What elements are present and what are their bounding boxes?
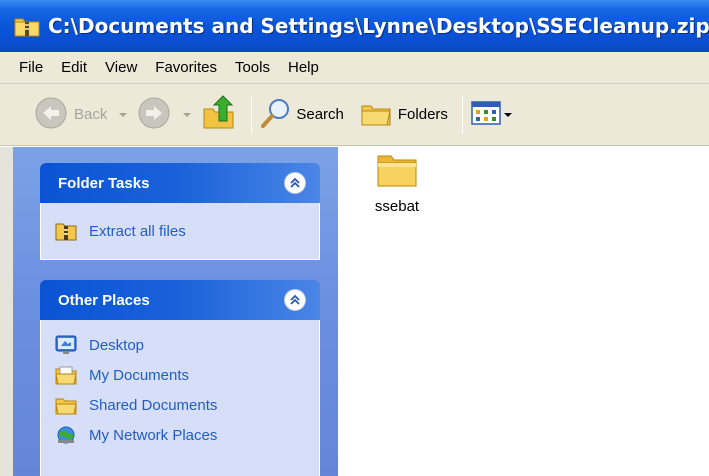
back-button[interactable]: Back (34, 96, 107, 134)
menu-edit[interactable]: Edit (52, 56, 96, 79)
task-label: Extract all files (89, 222, 186, 240)
place-label: My Documents (89, 366, 190, 384)
menu-bar: File Edit View Favorites Tools Help (0, 52, 709, 84)
other-places-body: Desktop My Documents Shared Documents My… (40, 320, 320, 476)
views-dropdown-icon (503, 112, 512, 117)
place-label: Desktop (89, 336, 145, 354)
menu-help[interactable]: Help (279, 56, 328, 79)
menu-favorites[interactable]: Favorites (146, 56, 226, 79)
place-my-documents[interactable]: My Documents (55, 360, 319, 390)
folders-icon (360, 98, 392, 132)
collapse-chevron-icon[interactable] (284, 289, 306, 311)
forward-dropdown-icon[interactable] (183, 112, 192, 117)
folders-button[interactable]: Folders (360, 98, 448, 132)
place-network[interactable]: My Network Places (55, 420, 319, 450)
title-bar[interactable]: C:\Documents and Settings\Lynne\Desktop\… (0, 0, 709, 52)
task-pane-edge (0, 147, 13, 476)
search-button[interactable]: Search (260, 97, 344, 133)
network-places-icon (55, 425, 77, 445)
place-label: My Network Places (89, 426, 218, 444)
task-extract-all[interactable]: Extract all files (55, 216, 319, 246)
search-icon (260, 97, 292, 133)
shared-folder-icon (55, 395, 77, 415)
menu-file[interactable]: File (10, 56, 52, 79)
window-title: C:\Documents and Settings\Lynne\Desktop\… (48, 14, 709, 38)
zip-folder-icon (14, 15, 40, 37)
views-button[interactable] (471, 100, 512, 130)
views-icon (471, 100, 501, 130)
folder-icon (375, 150, 419, 194)
toolbar-separator-2 (461, 95, 463, 134)
place-desktop[interactable]: Desktop (55, 330, 319, 360)
toolbar-separator (251, 95, 253, 134)
folder-tasks-header[interactable]: Folder Tasks (40, 163, 320, 203)
menu-tools[interactable]: Tools (226, 56, 279, 79)
folder-tasks-title: Folder Tasks (58, 174, 150, 192)
other-places-header[interactable]: Other Places (40, 280, 320, 320)
back-arrow-icon (34, 96, 68, 134)
folder-tasks-panel: Folder Tasks Extract all files (40, 163, 320, 260)
my-documents-icon (55, 365, 77, 385)
place-shared-documents[interactable]: Shared Documents (55, 390, 319, 420)
place-label: Shared Documents (89, 396, 218, 414)
extract-icon (55, 221, 77, 241)
back-label: Back (74, 106, 108, 123)
other-places-title: Other Places (58, 291, 150, 309)
back-dropdown-icon[interactable] (119, 112, 128, 117)
forward-button[interactable] (137, 96, 171, 134)
folder-item-ssebat[interactable]: ssebat (362, 150, 432, 215)
forward-arrow-icon (137, 96, 171, 134)
folder-tasks-body: Extract all files (40, 203, 320, 260)
folder-label: ssebat (374, 198, 420, 215)
other-places-panel: Other Places Desktop My Documents Shared… (40, 280, 320, 476)
toolbar: Back Search Folders (0, 84, 709, 146)
desktop-icon (55, 335, 77, 355)
folders-label: Folders (397, 106, 448, 123)
up-folder-icon (201, 94, 237, 135)
search-label: Search (296, 106, 344, 123)
collapse-chevron-icon[interactable] (284, 172, 306, 194)
menu-view[interactable]: View (96, 56, 146, 79)
up-button[interactable] (201, 94, 237, 135)
